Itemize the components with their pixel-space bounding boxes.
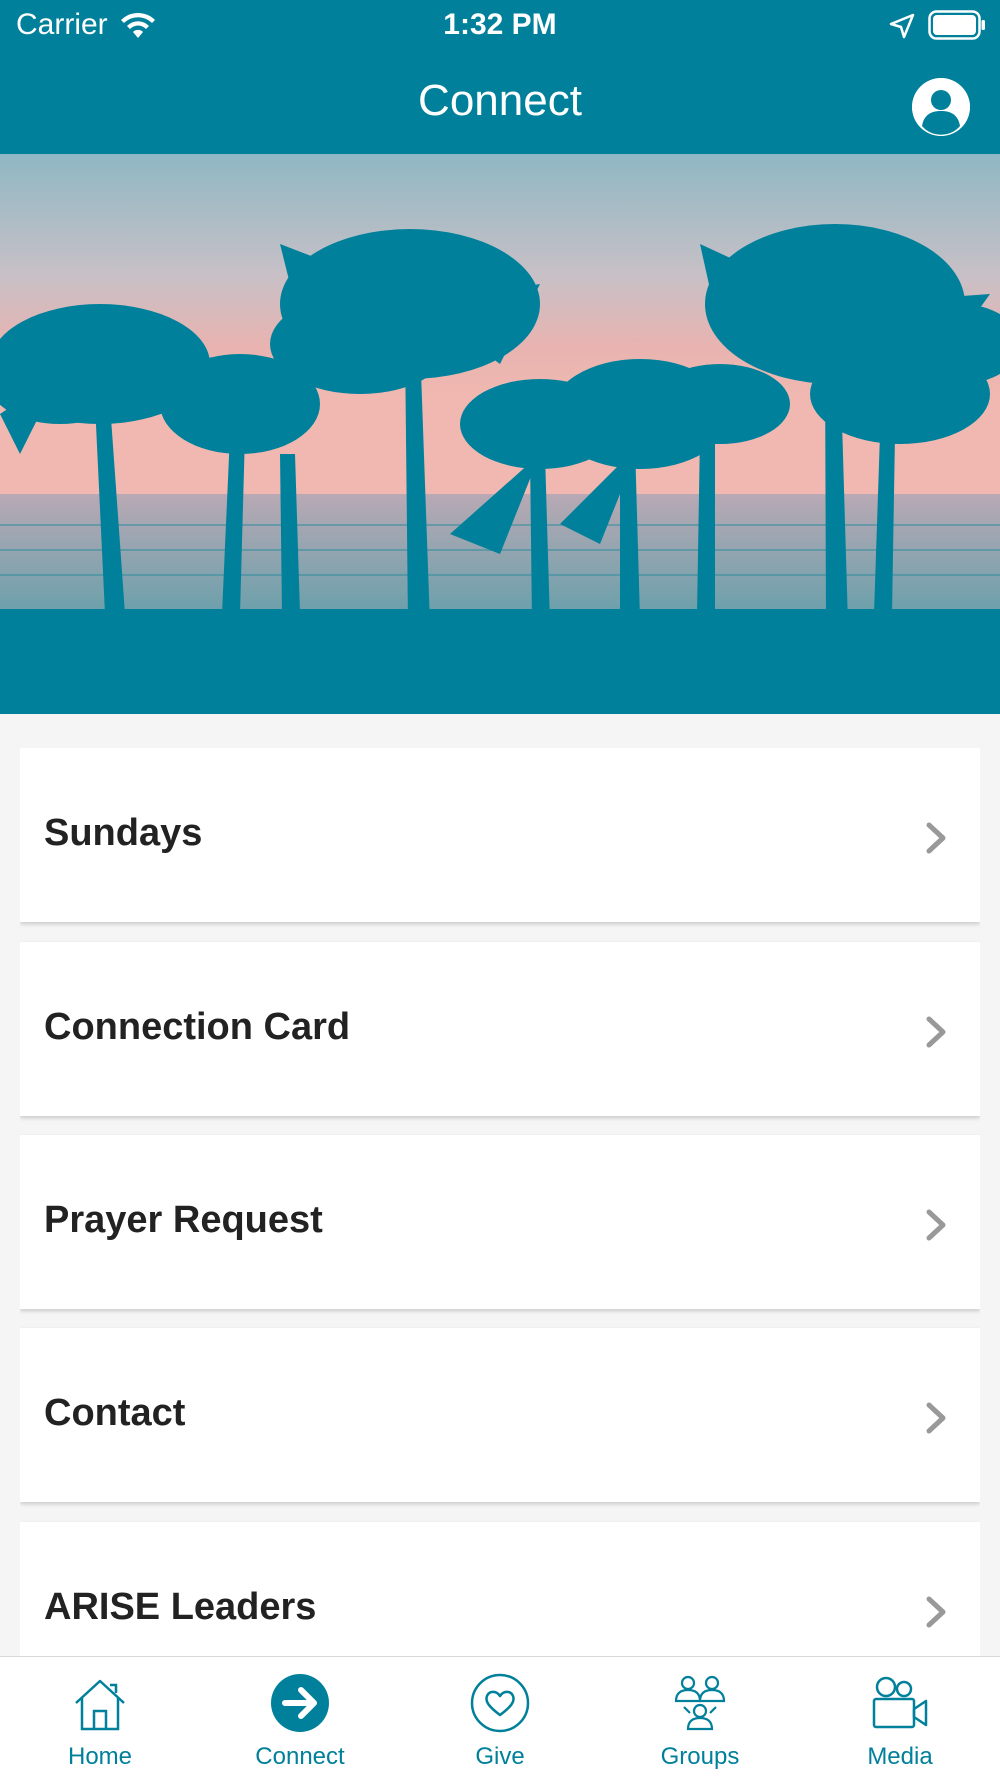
tab-label: Groups [660, 1743, 740, 1770]
chevron-right-icon [926, 1402, 946, 1434]
tab-label: Connect [255, 1743, 345, 1770]
page-title: Connect [418, 76, 582, 125]
menu-list: Sundays Connection Card Prayer Request C… [20, 748, 980, 1656]
heart-circle-icon [470, 1673, 530, 1733]
menu-item-label: ARISE Leaders [44, 1586, 317, 1628]
home-icon [75, 1679, 125, 1731]
chevron-right-icon [926, 822, 946, 854]
tab-connect[interactable]: Connect [200, 1657, 400, 1778]
battery-icon [928, 10, 985, 40]
arrow-right-circle-icon [271, 1674, 329, 1732]
tab-label: Media [867, 1743, 933, 1770]
tab-give[interactable]: Give [400, 1657, 600, 1778]
profile-button[interactable] [912, 78, 970, 136]
tab-label: Give [475, 1743, 525, 1770]
top-bar: Carrier 1:32 PM Connect [0, 0, 1000, 154]
tab-label: Home [67, 1743, 133, 1770]
groups-icon [674, 1675, 726, 1731]
menu-item-label: Contact [44, 1392, 186, 1434]
chevron-right-icon [926, 1016, 946, 1048]
tab-groups[interactable]: Groups [600, 1657, 800, 1778]
menu-item-sundays[interactable]: Sundays [20, 748, 980, 922]
chevron-right-icon [926, 1596, 946, 1628]
palm-trees-sunset-image [0, 154, 1000, 714]
user-icon [912, 78, 970, 136]
hero-image [0, 154, 1000, 714]
status-bar: Carrier 1:32 PM [0, 0, 1000, 50]
status-time: 1:32 PM [443, 8, 557, 41]
menu-item-prayer-request[interactable]: Prayer Request [20, 1135, 980, 1309]
chevron-right-icon [926, 1209, 946, 1241]
menu-item-arise-leaders[interactable]: ARISE Leaders [20, 1522, 980, 1656]
location-arrow-icon [889, 13, 915, 39]
tab-media[interactable]: Media [800, 1657, 1000, 1778]
tab-bar: Home Connect Give Groups Media [0, 1656, 1000, 1778]
video-camera-icon [872, 1676, 928, 1729]
menu-item-label: Prayer Request [44, 1199, 323, 1241]
menu-item-label: Connection Card [44, 1006, 351, 1048]
menu-item-contact[interactable]: Contact [20, 1328, 980, 1502]
menu-item-connection-card[interactable]: Connection Card [20, 942, 980, 1116]
tab-home[interactable]: Home [0, 1657, 200, 1778]
menu-item-label: Sundays [44, 812, 203, 854]
